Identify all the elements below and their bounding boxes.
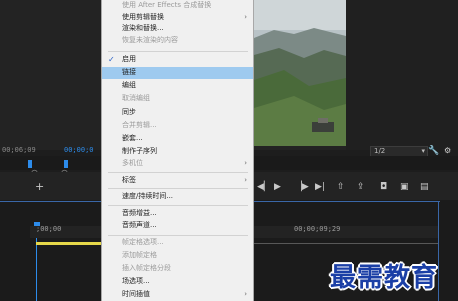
program-timecode[interactable]: 00;00;0	[64, 146, 94, 154]
submenu-arrow-icon: ›	[244, 159, 247, 167]
lift-icon[interactable]: ⇧	[337, 182, 345, 192]
go-to-out-icon[interactable]: ▶|	[315, 182, 325, 192]
menu-item-replace-with-clip[interactable]: 使用剪辑替换 ›	[102, 12, 253, 24]
menu-separator	[108, 205, 248, 206]
menu-item-label: 嵌套...	[122, 133, 143, 142]
menu-separator	[108, 188, 248, 189]
menu-separator	[108, 235, 248, 236]
menu-item-audio-channels[interactable]: 音频声道...	[102, 220, 253, 232]
settings-icon[interactable]: ⚙	[444, 146, 451, 155]
menu-item-replace-with-ae[interactable]: 使用 After Effects 合成替换	[102, 0, 253, 12]
source-timecode[interactable]: 00;06;09	[2, 146, 36, 154]
menu-item-synchronize[interactable]: 同步	[102, 107, 253, 119]
vr-toggle-icon[interactable]: ▣	[400, 182, 409, 192]
menu-item-label: 启用	[122, 55, 136, 63]
menu-item-make-subsequence[interactable]: 制作子序列	[102, 146, 253, 158]
camera-icon[interactable]: ◘	[380, 182, 387, 192]
menu-item-label: 添加帧定格	[122, 251, 157, 259]
menu-separator	[108, 172, 248, 173]
menu-item-label: 时间插值	[122, 290, 150, 298]
clip-context-menu: 使用 After Effects 合成替换 使用剪辑替换 › 渲染和替换... 恢…	[101, 0, 254, 301]
source-playhead[interactable]	[28, 160, 32, 168]
menu-item-label: 使用 After Effects 合成替换	[122, 1, 212, 9]
menu-item-audio-gain[interactable]: 音频增益...	[102, 208, 253, 220]
submenu-arrow-icon: ›	[244, 175, 247, 184]
watermark-logo: 最需教育	[330, 263, 439, 293]
program-monitor-panel	[346, 0, 458, 150]
play-icon[interactable]: ▶	[274, 182, 281, 192]
step-back-icon[interactable]: ◀▏	[257, 182, 271, 192]
extract-icon[interactable]: ⇪	[357, 182, 365, 192]
chevron-down-icon: ▾	[421, 147, 425, 155]
menu-item-add-frame-hold[interactable]: 添加帧定格	[102, 250, 253, 262]
menu-item-enable[interactable]: ✓ 启用	[102, 54, 253, 66]
menu-separator	[108, 51, 248, 52]
menu-item-frame-hold-options[interactable]: 帧定格选项...	[102, 237, 253, 249]
submenu-arrow-icon: ›	[244, 290, 247, 298]
ruler-timecode-mid: 00;00;09;29	[294, 225, 341, 233]
menu-item-label: 使用剪辑替换	[122, 12, 164, 21]
menu-item-time-interpolation[interactable]: 时间插值 ›	[102, 289, 253, 301]
menu-item-label: 同步	[122, 107, 136, 116]
menu-item-label-color[interactable]: 标签 ›	[102, 175, 253, 187]
wrench-icon[interactable]: 🔧	[428, 146, 439, 156]
menu-item-label: 取消编组	[122, 94, 150, 102]
menu-item-restore-unrendered[interactable]: 恢复未渲染的内容	[102, 35, 253, 47]
playhead-line	[36, 228, 37, 301]
menu-item-label: 制作子序列	[122, 146, 157, 155]
menu-item-merge-clips[interactable]: 合并剪辑...	[102, 120, 253, 132]
menu-item-label: 编组	[122, 81, 136, 89]
menu-item-ungroup[interactable]: 取消编组	[102, 93, 253, 105]
checkmark-icon: ✓	[108, 55, 115, 64]
menu-item-label: 速度/持续时间...	[122, 192, 174, 200]
menu-item-insert-frame-hold[interactable]: 插入帧定格分段	[102, 263, 253, 275]
menu-item-label: 多机位	[122, 159, 143, 167]
timeline-focus-border-right	[438, 201, 439, 301]
menu-item-nest[interactable]: 嵌套...	[102, 133, 253, 145]
menu-item-label: 合并剪辑...	[122, 120, 157, 129]
compare-icon[interactable]: ▤	[420, 182, 429, 192]
menu-item-group[interactable]: 编组	[102, 80, 253, 92]
menu-item-label: 音频声道...	[122, 221, 157, 229]
menu-item-label: 插入帧定格分段	[122, 264, 171, 272]
menu-item-render-and-replace[interactable]: 渲染和替换...	[102, 23, 253, 35]
program-video-frame	[254, 0, 346, 146]
ruler-timecode-start: ;00;00	[36, 225, 62, 233]
menu-item-label: 音频增益...	[122, 208, 157, 217]
menu-item-speed-duration[interactable]: 速度/持续时间...	[102, 191, 253, 203]
menu-item-label: 场选项...	[122, 277, 150, 285]
menu-item-multicam[interactable]: 多机位 ›	[102, 158, 253, 170]
submenu-arrow-icon: ›	[244, 12, 247, 21]
step-forward-icon[interactable]: ▕▶	[295, 182, 309, 192]
menu-item-link[interactable]: 链接	[102, 67, 253, 79]
menu-item-label: 标签	[122, 175, 136, 184]
menu-item-label: 链接	[122, 68, 136, 76]
menu-item-label: 帧定格选项...	[122, 238, 164, 246]
menu-item-field-options[interactable]: 场选项...	[102, 276, 253, 288]
program-playhead[interactable]	[64, 160, 68, 168]
menu-item-label: 恢复未渲染的内容	[122, 35, 178, 44]
zoom-value: 1/2	[374, 147, 386, 155]
add-button-icon[interactable]: +	[35, 181, 44, 192]
work-area-track	[254, 243, 438, 244]
menu-item-label: 渲染和替换...	[122, 24, 164, 32]
